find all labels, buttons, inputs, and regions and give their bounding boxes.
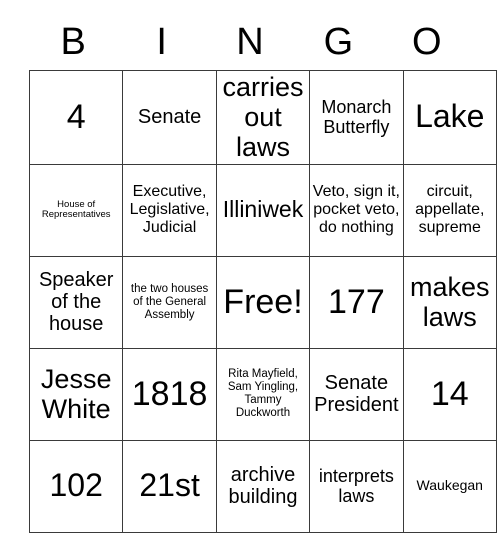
bingo-cell-text: interprets laws (318, 466, 394, 507)
bingo-cell-i1[interactable]: Senate (122, 70, 217, 165)
bingo-cell-text: House of Representatives (41, 198, 111, 221)
bingo-cell-i3[interactable]: the two houses of the General Assembly (122, 255, 217, 349)
bingo-cell-text: Executive, Legislative, Judicial (129, 183, 210, 237)
bingo-cell-o5[interactable]: Waukegan (402, 439, 497, 533)
bingo-cell-g1[interactable]: Monarch Butterfly (309, 70, 404, 165)
bingo-row-2: House of Representatives Executive, Legi… (28, 163, 497, 257)
bingo-header-letter-o: O (412, 21, 442, 63)
bingo-cell-n1[interactable]: carries out laws (215, 70, 311, 165)
bingo-cell-text: makes laws (409, 271, 490, 333)
bingo-cell-b4[interactable]: Jesse White (28, 347, 124, 441)
bingo-cell-g5[interactable]: interprets laws (309, 439, 404, 533)
bingo-header-letter-n: N (236, 21, 264, 63)
bingo-cell-b1[interactable]: 4 (28, 70, 124, 165)
bingo-card: B I N G O 4 Senate carries out laws Mona… (28, 14, 497, 533)
bingo-header-letter-b: B (60, 21, 86, 63)
bingo-cell-i4[interactable]: 1818 (122, 347, 217, 441)
bingo-grid: 4 Senate carries out laws Monarch Butter… (28, 70, 497, 533)
bingo-row-5: 102 21st archive building interprets law… (28, 439, 497, 533)
bingo-cell-text: 21st (139, 467, 200, 504)
bingo-cell-text: 14 (430, 375, 469, 414)
bingo-cell-text: archive building (228, 463, 298, 509)
bingo-cell-o3[interactable]: makes laws (402, 255, 497, 349)
bingo-cell-g2[interactable]: Veto, sign it, pocket veto, do nothing (309, 163, 404, 257)
bingo-cell-n4[interactable]: Rita Mayfield, Sam Yingling, Tammy Duckw… (215, 347, 311, 441)
bingo-cell-b5[interactable]: 102 (28, 439, 124, 533)
bingo-cell-n2[interactable]: Illiniwek (215, 163, 311, 257)
bingo-row-3: Speaker of the house the two houses of t… (28, 255, 497, 349)
bingo-cell-text: Senate President (314, 371, 399, 417)
bingo-cell-text: Monarch Butterfly (321, 97, 392, 138)
bingo-row-1: 4 Senate carries out laws Monarch Butter… (28, 70, 497, 165)
bingo-cell-i2[interactable]: Executive, Legislative, Judicial (122, 163, 217, 257)
bingo-cell-text: Senate (137, 106, 202, 129)
bingo-header-letter-i: I (156, 21, 167, 63)
bingo-cell-o4[interactable]: 14 (402, 347, 497, 441)
bingo-cell-text: 102 (49, 467, 103, 504)
bingo-cell-text: circuit, appellate, supreme (415, 183, 485, 237)
bingo-cell-text: 4 (66, 98, 86, 137)
bingo-cell-text: the two houses of the General Assembly (130, 282, 209, 321)
bingo-cell-g3[interactable]: 177 (309, 255, 404, 349)
bingo-cell-text: Free! (223, 283, 303, 322)
bingo-cell-text: Veto, sign it, pocket veto, do nothing (312, 183, 400, 237)
bingo-cell-text: Illiniwek (222, 196, 304, 223)
bingo-row-4: Jesse White 1818 Rita Mayfield, Sam Ying… (28, 347, 497, 441)
bingo-cell-n5[interactable]: archive building (215, 439, 311, 533)
bingo-cell-g4[interactable]: Senate President (309, 347, 404, 441)
bingo-cell-text: Speaker of the house (38, 268, 114, 336)
bingo-cell-text: Jesse White (40, 363, 112, 425)
bingo-cell-b2[interactable]: House of Representatives (28, 163, 124, 257)
bingo-cell-i5[interactable]: 21st (122, 439, 217, 533)
bingo-cell-text: 1818 (131, 375, 208, 414)
bingo-cell-b3[interactable]: Speaker of the house (28, 255, 124, 349)
bingo-cell-text: Rita Mayfield, Sam Yingling, Tammy Duckw… (227, 368, 299, 420)
bingo-cell-o1[interactable]: Lake (402, 70, 497, 165)
bingo-cell-text: Lake (415, 98, 485, 135)
bingo-cell-o2[interactable]: circuit, appellate, supreme (402, 163, 497, 257)
bingo-cell-text: Waukegan (416, 477, 483, 494)
bingo-cell-text: carries out laws (222, 72, 304, 163)
bingo-cell-free-space[interactable]: Free! (215, 255, 311, 349)
bingo-cell-text: 177 (328, 283, 385, 322)
bingo-header-letter-g: G (323, 21, 354, 63)
bingo-header-row: B I N G O (29, 14, 471, 70)
